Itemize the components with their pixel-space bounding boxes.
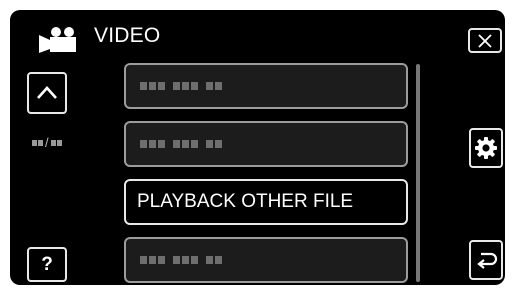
page-indicator: /: [32, 135, 62, 150]
close-icon: [478, 33, 492, 48]
total-page-digit: [50, 139, 56, 146]
video-camera-icon: [39, 27, 76, 53]
help-label: ?: [41, 253, 53, 275]
menu-item-1: [124, 63, 408, 109]
menu-item-2: [124, 121, 408, 167]
current-page-digit: [38, 139, 43, 146]
menu-item-placeholder-text: [140, 256, 222, 264]
menu-item-placeholder-text: [140, 140, 222, 148]
back-button[interactable]: [469, 240, 503, 280]
close-button[interactable]: [468, 28, 502, 53]
current-page-digit: [32, 139, 37, 146]
scroll-up-button[interactable]: [27, 72, 67, 114]
menu-item-4: [124, 237, 408, 283]
settings-button[interactable]: [469, 128, 503, 168]
gear-icon: [475, 137, 497, 159]
menu-title: VIDEO: [94, 24, 161, 47]
menu-header: VIDEO: [10, 10, 505, 64]
page-separator: /: [45, 135, 49, 150]
camera-menu-screen: VIDEO / PLAYBACK OTHER FILE ?: [10, 10, 505, 285]
chevron-up-icon: [37, 86, 57, 99]
playback-other-file-item[interactable]: PLAYBACK OTHER FILE: [124, 179, 408, 225]
total-page-digit: [56, 139, 62, 146]
menu-item-placeholder-text: [140, 82, 222, 90]
scrollbar[interactable]: [416, 64, 420, 282]
help-button[interactable]: ?: [27, 247, 67, 282]
return-arrow-icon: [477, 252, 498, 269]
menu-item-label: PLAYBACK OTHER FILE: [137, 191, 354, 212]
